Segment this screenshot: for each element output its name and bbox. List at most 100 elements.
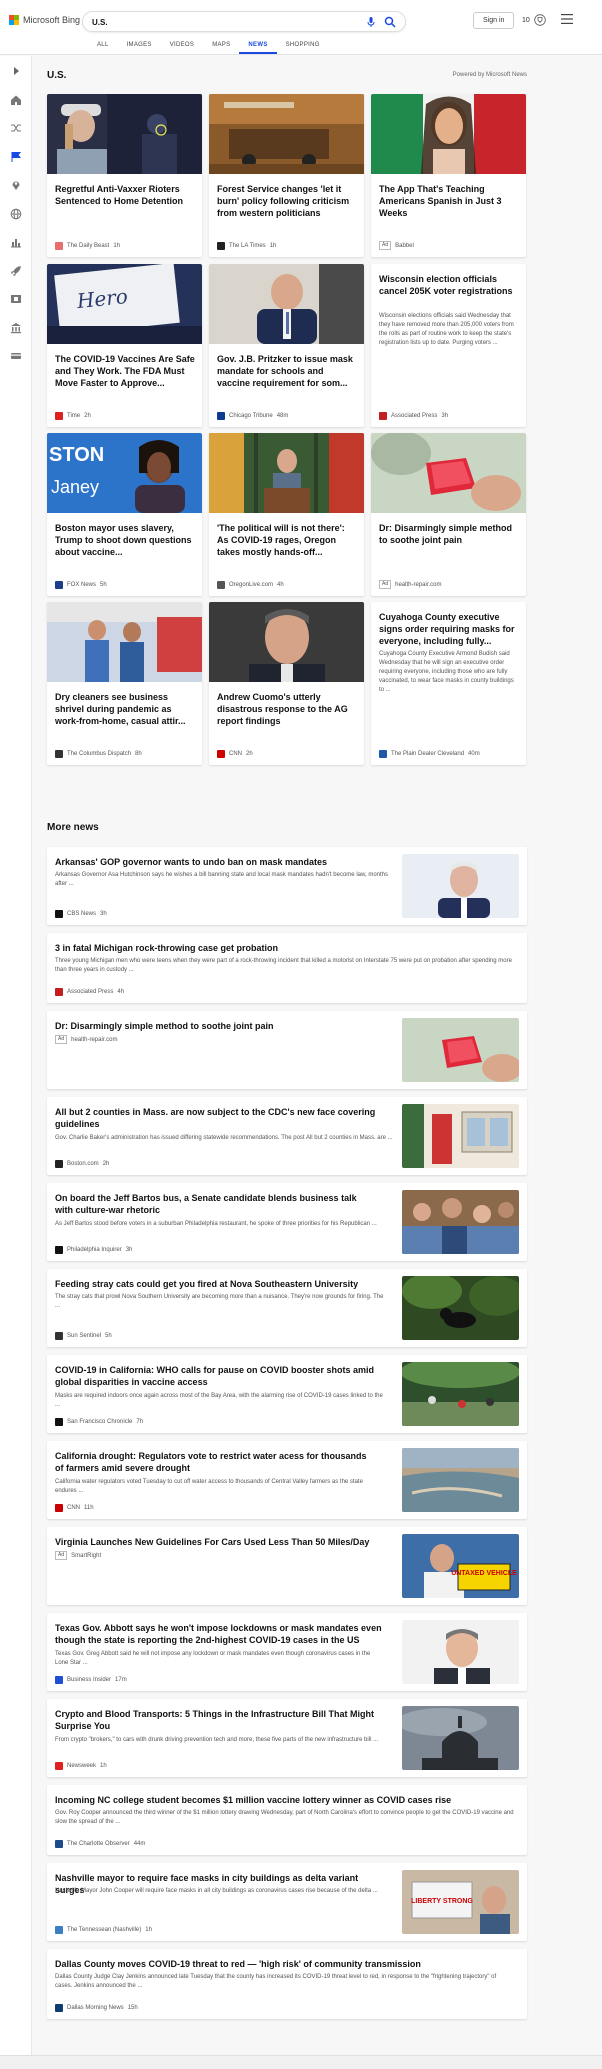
news-item[interactable]: 3 in fatal Michigan rock-throwing case g… [47,933,527,1003]
news-item[interactable]: Feeding stray cats could get you fired a… [47,1269,527,1347]
pin-icon[interactable] [10,179,22,191]
ad-card[interactable]: Dr: Disarmingly simple method to soothe … [371,433,526,596]
tab-images[interactable]: IMAGES [118,41,161,54]
tab-maps[interactable]: MAPS [203,41,239,54]
news-item[interactable]: COVID-19 in California: WHO calls for pa… [47,1355,527,1433]
news-card[interactable]: Gov. J.B. Pritzker to issue mask mandate… [209,264,364,427]
card-title[interactable]: Dry cleaners see business shrivel during… [55,691,195,727]
sign-in-button[interactable]: Sign in [473,12,515,29]
shuffle-icon[interactable] [10,122,22,134]
flag-icon[interactable] [10,151,22,163]
news-card[interactable]: Dry cleaners see business shrivel during… [47,602,202,765]
globe-icon[interactable] [10,208,22,220]
timestamp: 48m [276,413,289,419]
news-item[interactable]: Nashville mayor to require face masks in… [47,1863,527,1941]
news-card[interactable]: Hero The COVID-19 Vaccines Are Safe and … [47,264,202,427]
rocket-icon[interactable] [10,265,22,277]
expand-icon[interactable] [10,65,22,77]
news-card[interactable]: STON Janey Boston mayor uses slavery, Tr… [47,433,202,596]
news-title[interactable]: Virginia Launches New Guidelines For Car… [55,1536,375,1548]
microsoft-logo-icon [9,15,19,25]
news-title[interactable]: Arkansas' GOP governor wants to undo ban… [55,856,375,868]
card-meta: Time 2h [55,412,91,420]
source-name: Babbel [395,242,414,249]
card-title[interactable]: Boston mayor uses slavery, Trump to shoo… [55,522,195,558]
tab-news[interactable]: NEWS [239,41,277,54]
tab-all[interactable]: ALL [88,41,118,54]
search-input[interactable] [92,15,342,29]
news-meta: CNN 11h [55,1504,94,1512]
news-snippet: Nashville Mayor John Cooper will require… [55,1888,378,1894]
sign-text: LIBERTY STRONG [411,1898,473,1905]
card-title[interactable]: Forest Service changes 'let it burn' pol… [217,183,357,219]
chart-icon[interactable] [10,236,22,248]
abbott-portrait-photo [402,1620,519,1684]
news-title[interactable]: On board the Jeff Bartos bus, a Senate c… [55,1192,375,1216]
news-item[interactable]: Incoming NC college student becomes $1 m… [47,1785,527,1855]
news-title[interactable]: COVID-19 in California: WHO calls for pa… [55,1364,375,1388]
news-title[interactable]: California drought: Regulators vote to r… [55,1450,375,1474]
park-photo [402,1362,519,1426]
source-name: San Francisco Chronicle [67,1419,133,1425]
film-icon[interactable] [10,293,22,305]
card-title[interactable]: Andrew Cuomo's utterly disastrous respon… [217,691,357,727]
source-logo-icon [55,581,63,589]
source-name: The Charlotte Observer [67,1841,130,1847]
card-title[interactable]: The COVID-19 Vaccines Are Safe and They … [55,353,195,389]
news-item[interactable]: On board the Jeff Bartos bus, a Senate c… [47,1183,527,1261]
news-card[interactable]: Wisconsin election officials cancel 205K… [371,264,526,427]
search-box[interactable] [82,11,406,32]
hamburger-menu-icon[interactable] [561,14,573,24]
ad-item[interactable]: Dr: Disarmingly simple method to soothe … [47,1011,527,1089]
news-card[interactable]: Cuyahoga County executive signs order re… [371,602,526,765]
news-item[interactable]: Arkansas' GOP governor wants to undo ban… [47,847,527,925]
card-title[interactable]: Wisconsin election officials cancel 205K… [379,273,519,297]
source-logo-icon [379,750,387,758]
card-title[interactable]: 'The political will is not there': As CO… [217,522,357,558]
news-item[interactable]: Texas Gov. Abbott says he won't impose l… [47,1613,527,1691]
news-title[interactable]: Dallas County moves COVID-19 threat to r… [55,1958,421,1970]
news-item[interactable]: Crypto and Blood Transports: 5 Things in… [47,1699,527,1777]
search-icon[interactable] [384,16,396,28]
card-title[interactable]: Dr: Disarmingly simple method to soothe … [379,522,519,546]
news-title[interactable]: 3 in fatal Michigan rock-throwing case g… [55,942,278,954]
woman-in-cap-photo [47,94,202,174]
card-title[interactable]: Gov. J.B. Pritzker to issue mask mandate… [217,353,357,389]
source-logo-icon [379,412,387,420]
news-snippet: Dallas County Judge Clay Jenkins announc… [55,1974,497,1989]
news-meta: Sun Sentinel 5h [55,1332,112,1340]
card-title[interactable]: Regretful Anti-Vaxxer Rioters Sentenced … [55,183,195,207]
news-title[interactable]: All but 2 counties in Mass. are now subj… [55,1106,385,1130]
news-item[interactable]: All but 2 counties in Mass. are now subj… [47,1097,527,1175]
news-title[interactable]: Feeding stray cats could get you fired a… [55,1278,375,1290]
news-item[interactable]: California drought: Regulators vote to r… [47,1441,527,1519]
news-item[interactable]: Dallas County moves COVID-19 threat to r… [47,1949,527,2019]
tab-videos[interactable]: VIDEOS [161,41,203,54]
news-title[interactable]: Incoming NC college student becomes $1 m… [55,1794,451,1806]
news-card[interactable]: Andrew Cuomo's utterly disastrous respon… [209,602,364,765]
news-title[interactable]: Texas Gov. Abbott says he won't impose l… [55,1622,385,1646]
bing-logo[interactable]: Microsoft Bing [9,15,80,25]
card-title[interactable]: Cuyahoga County executive signs order re… [379,611,519,647]
news-title[interactable]: Crypto and Blood Transports: 5 Things in… [55,1708,385,1732]
timestamp: 7h [136,1419,144,1425]
timestamp: 1h [113,243,121,249]
card-icon[interactable] [10,350,22,362]
ad-card[interactable]: The App That's Teaching Americans Spanis… [371,94,526,257]
microphone-icon[interactable] [365,16,377,28]
card-image [47,602,202,682]
building-icon[interactable] [10,322,22,334]
news-title[interactable]: Dr: Disarmingly simple method to soothe … [55,1020,274,1032]
news-card[interactable]: Regretful Anti-Vaxxer Rioters Sentenced … [47,94,202,257]
dry-cleaner-photo [47,602,202,682]
tab-shopping[interactable]: SHOPPING [277,41,329,54]
source-logo-icon [55,1676,63,1684]
home-icon[interactable] [10,94,22,106]
news-card[interactable]: Forest Service changes 'let it burn' pol… [209,94,364,257]
ad-item[interactable]: Virginia Launches New Guidelines For Car… [47,1527,527,1605]
card-title[interactable]: The App That's Teaching Americans Spanis… [379,183,519,219]
top-bar: Microsoft Bing Sign in 10 ALL IMAGES VID… [0,0,602,55]
news-card[interactable]: 'The political will is not there': As CO… [209,433,364,596]
rewards-button[interactable]: 10 [522,14,546,26]
source-logo-icon [55,1762,63,1770]
